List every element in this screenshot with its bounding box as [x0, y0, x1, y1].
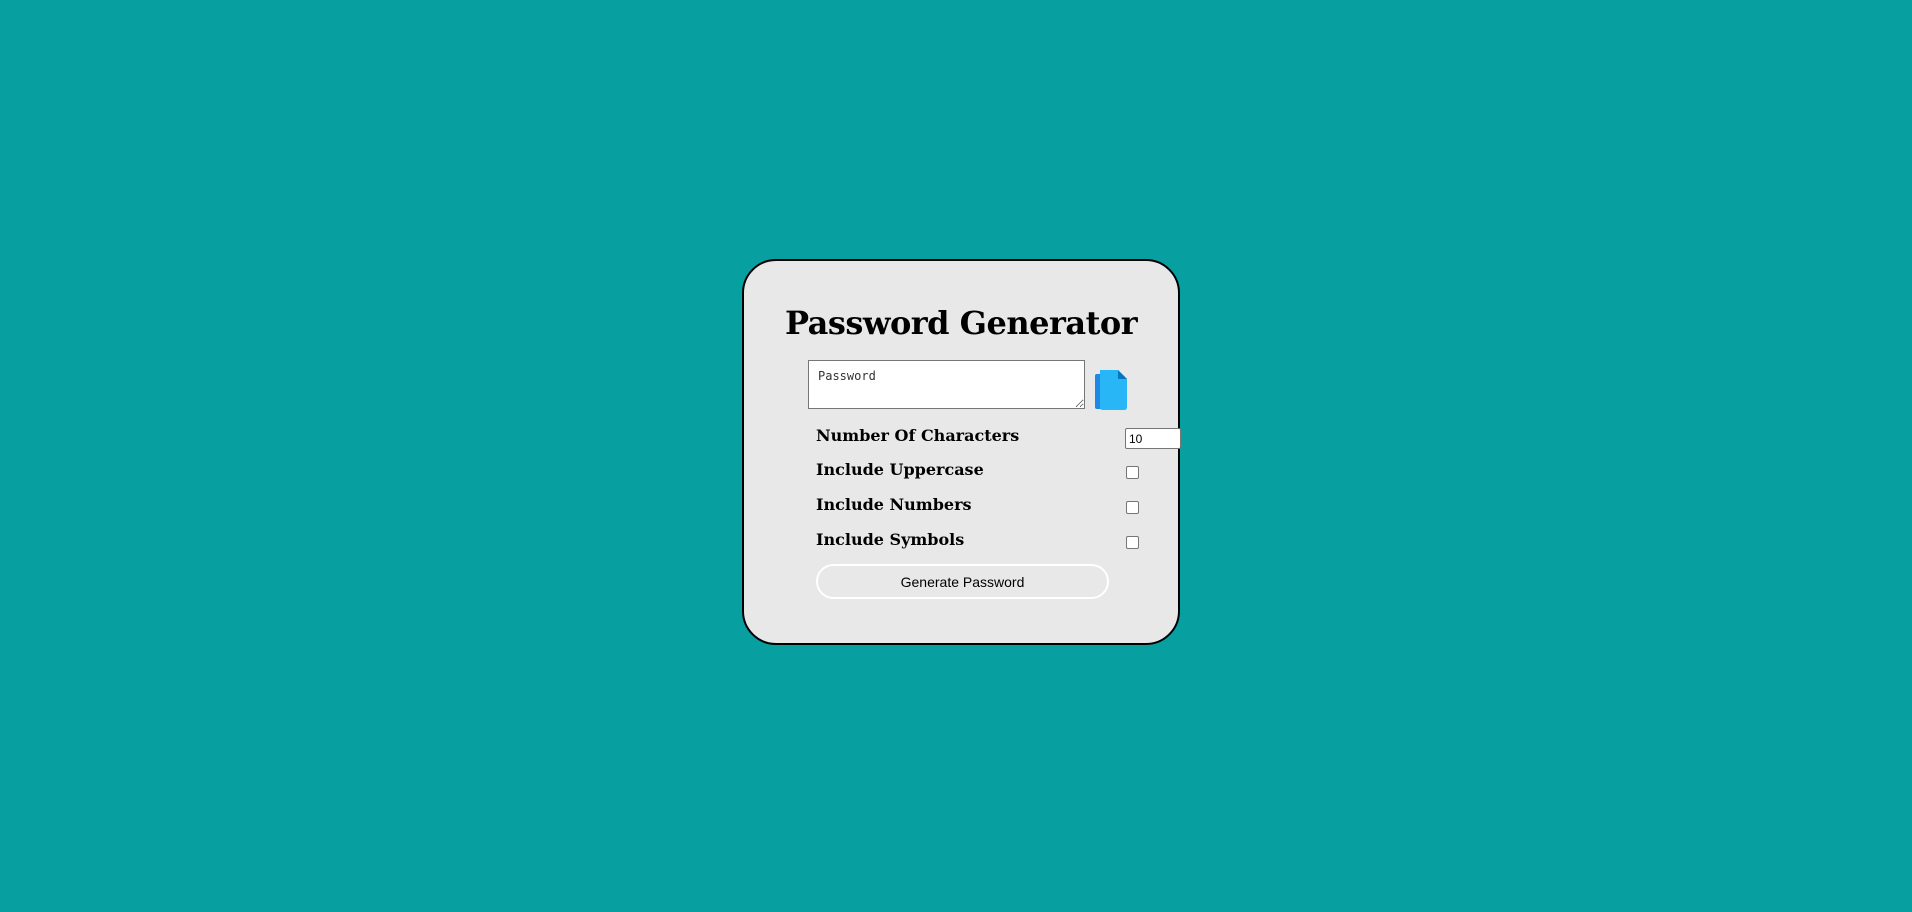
uppercase-label: Include Uppercase: [816, 460, 984, 479]
copy-icon[interactable]: [1094, 369, 1128, 411]
symbols-checkbox[interactable]: [1126, 536, 1139, 549]
generate-password-button[interactable]: Generate Password: [816, 564, 1109, 599]
numbers-label: Include Numbers: [816, 495, 972, 514]
password-generator-card: Password Generator Number Of Characters …: [742, 259, 1181, 645]
uppercase-row: Include Uppercase: [816, 459, 1139, 481]
numbers-checkbox[interactable]: [1126, 501, 1139, 514]
uppercase-checkbox[interactable]: [1126, 466, 1139, 479]
page-title: Password Generator: [784, 304, 1138, 342]
symbols-label: Include Symbols: [816, 530, 965, 549]
password-output-field[interactable]: [808, 360, 1085, 409]
length-input[interactable]: [1125, 428, 1181, 449]
length-label: Number Of Characters: [816, 426, 1020, 445]
length-row: Number Of Characters: [816, 425, 1181, 449]
numbers-row: Include Numbers: [816, 494, 1139, 516]
symbols-row: Include Symbols: [816, 529, 1139, 551]
